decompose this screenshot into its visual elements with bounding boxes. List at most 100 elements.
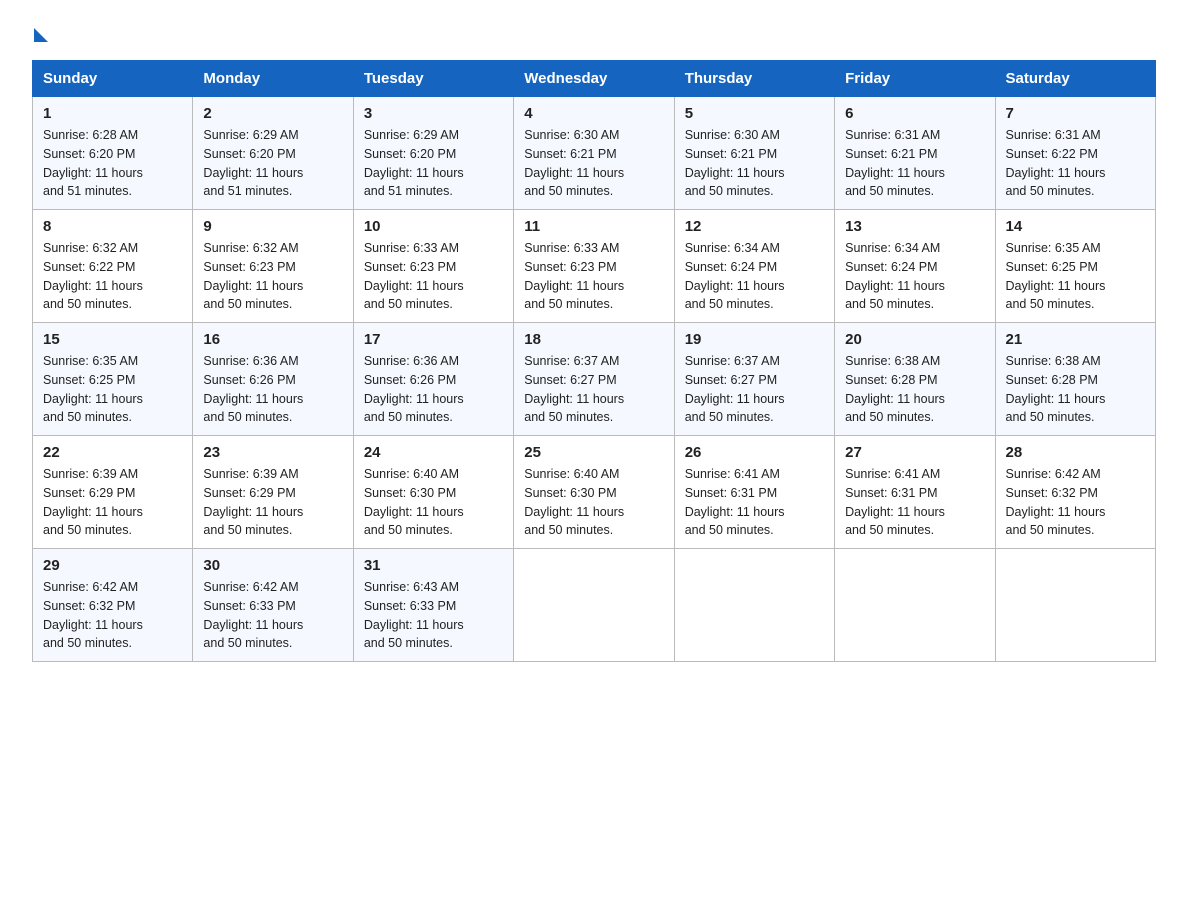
weekday-header-row: SundayMondayTuesdayWednesdayThursdayFrid… [33,61,1156,97]
day-number: 9 [203,218,342,235]
day-info: Sunrise: 6:28 AMSunset: 6:20 PMDaylight:… [43,128,143,198]
day-info: Sunrise: 6:33 AMSunset: 6:23 PMDaylight:… [524,241,624,311]
calendar-day-cell [674,549,834,662]
calendar-week-row: 1 Sunrise: 6:28 AMSunset: 6:20 PMDayligh… [33,97,1156,210]
calendar-day-cell: 28 Sunrise: 6:42 AMSunset: 6:32 PMDaylig… [995,436,1155,549]
day-number: 2 [203,105,342,122]
weekday-header-wednesday: Wednesday [514,61,674,97]
calendar-day-cell: 19 Sunrise: 6:37 AMSunset: 6:27 PMDaylig… [674,323,834,436]
day-number: 10 [364,218,503,235]
day-info: Sunrise: 6:40 AMSunset: 6:30 PMDaylight:… [364,467,464,537]
calendar-week-row: 15 Sunrise: 6:35 AMSunset: 6:25 PMDaylig… [33,323,1156,436]
calendar-day-cell: 16 Sunrise: 6:36 AMSunset: 6:26 PMDaylig… [193,323,353,436]
calendar-day-cell: 4 Sunrise: 6:30 AMSunset: 6:21 PMDayligh… [514,97,674,210]
calendar-day-cell: 26 Sunrise: 6:41 AMSunset: 6:31 PMDaylig… [674,436,834,549]
day-number: 7 [1006,105,1145,122]
day-info: Sunrise: 6:29 AMSunset: 6:20 PMDaylight:… [203,128,303,198]
day-info: Sunrise: 6:38 AMSunset: 6:28 PMDaylight:… [1006,354,1106,424]
day-number: 27 [845,444,984,461]
day-info: Sunrise: 6:34 AMSunset: 6:24 PMDaylight:… [845,241,945,311]
day-info: Sunrise: 6:29 AMSunset: 6:20 PMDaylight:… [364,128,464,198]
calendar-day-cell: 15 Sunrise: 6:35 AMSunset: 6:25 PMDaylig… [33,323,193,436]
weekday-header-thursday: Thursday [674,61,834,97]
day-number: 29 [43,557,182,574]
calendar-day-cell [514,549,674,662]
calendar-day-cell: 17 Sunrise: 6:36 AMSunset: 6:26 PMDaylig… [353,323,513,436]
day-number: 26 [685,444,824,461]
logo-arrow-icon [34,28,48,42]
calendar-day-cell: 25 Sunrise: 6:40 AMSunset: 6:30 PMDaylig… [514,436,674,549]
day-info: Sunrise: 6:38 AMSunset: 6:28 PMDaylight:… [845,354,945,424]
day-number: 28 [1006,444,1145,461]
day-info: Sunrise: 6:33 AMSunset: 6:23 PMDaylight:… [364,241,464,311]
day-number: 4 [524,105,663,122]
weekday-header-tuesday: Tuesday [353,61,513,97]
day-info: Sunrise: 6:35 AMSunset: 6:25 PMDaylight:… [1006,241,1106,311]
logo [32,24,48,42]
day-info: Sunrise: 6:31 AMSunset: 6:22 PMDaylight:… [1006,128,1106,198]
calendar-day-cell: 11 Sunrise: 6:33 AMSunset: 6:23 PMDaylig… [514,210,674,323]
day-number: 5 [685,105,824,122]
day-info: Sunrise: 6:37 AMSunset: 6:27 PMDaylight:… [524,354,624,424]
day-info: Sunrise: 6:31 AMSunset: 6:21 PMDaylight:… [845,128,945,198]
day-number: 30 [203,557,342,574]
day-info: Sunrise: 6:39 AMSunset: 6:29 PMDaylight:… [203,467,303,537]
calendar-day-cell: 5 Sunrise: 6:30 AMSunset: 6:21 PMDayligh… [674,97,834,210]
calendar-table: SundayMondayTuesdayWednesdayThursdayFrid… [32,60,1156,662]
day-number: 31 [364,557,503,574]
day-info: Sunrise: 6:41 AMSunset: 6:31 PMDaylight:… [685,467,785,537]
day-number: 16 [203,331,342,348]
day-info: Sunrise: 6:34 AMSunset: 6:24 PMDaylight:… [685,241,785,311]
day-number: 15 [43,331,182,348]
day-number: 23 [203,444,342,461]
day-info: Sunrise: 6:42 AMSunset: 6:33 PMDaylight:… [203,580,303,650]
day-number: 20 [845,331,984,348]
day-info: Sunrise: 6:30 AMSunset: 6:21 PMDaylight:… [524,128,624,198]
day-number: 25 [524,444,663,461]
day-info: Sunrise: 6:42 AMSunset: 6:32 PMDaylight:… [1006,467,1106,537]
day-info: Sunrise: 6:36 AMSunset: 6:26 PMDaylight:… [364,354,464,424]
day-number: 18 [524,331,663,348]
calendar-day-cell [835,549,995,662]
day-info: Sunrise: 6:32 AMSunset: 6:22 PMDaylight:… [43,241,143,311]
day-number: 12 [685,218,824,235]
day-number: 6 [845,105,984,122]
calendar-day-cell: 21 Sunrise: 6:38 AMSunset: 6:28 PMDaylig… [995,323,1155,436]
day-info: Sunrise: 6:35 AMSunset: 6:25 PMDaylight:… [43,354,143,424]
weekday-header-friday: Friday [835,61,995,97]
day-info: Sunrise: 6:36 AMSunset: 6:26 PMDaylight:… [203,354,303,424]
day-number: 14 [1006,218,1145,235]
page-header [32,24,1156,42]
calendar-day-cell: 13 Sunrise: 6:34 AMSunset: 6:24 PMDaylig… [835,210,995,323]
day-number: 8 [43,218,182,235]
calendar-week-row: 29 Sunrise: 6:42 AMSunset: 6:32 PMDaylig… [33,549,1156,662]
day-number: 17 [364,331,503,348]
calendar-day-cell: 27 Sunrise: 6:41 AMSunset: 6:31 PMDaylig… [835,436,995,549]
calendar-day-cell: 29 Sunrise: 6:42 AMSunset: 6:32 PMDaylig… [33,549,193,662]
day-number: 19 [685,331,824,348]
calendar-day-cell: 10 Sunrise: 6:33 AMSunset: 6:23 PMDaylig… [353,210,513,323]
day-number: 11 [524,218,663,235]
day-info: Sunrise: 6:30 AMSunset: 6:21 PMDaylight:… [685,128,785,198]
calendar-day-cell: 2 Sunrise: 6:29 AMSunset: 6:20 PMDayligh… [193,97,353,210]
calendar-day-cell: 7 Sunrise: 6:31 AMSunset: 6:22 PMDayligh… [995,97,1155,210]
calendar-day-cell: 20 Sunrise: 6:38 AMSunset: 6:28 PMDaylig… [835,323,995,436]
day-number: 24 [364,444,503,461]
day-number: 21 [1006,331,1145,348]
day-number: 22 [43,444,182,461]
day-info: Sunrise: 6:39 AMSunset: 6:29 PMDaylight:… [43,467,143,537]
calendar-day-cell: 6 Sunrise: 6:31 AMSunset: 6:21 PMDayligh… [835,97,995,210]
day-info: Sunrise: 6:32 AMSunset: 6:23 PMDaylight:… [203,241,303,311]
calendar-day-cell: 8 Sunrise: 6:32 AMSunset: 6:22 PMDayligh… [33,210,193,323]
calendar-day-cell: 9 Sunrise: 6:32 AMSunset: 6:23 PMDayligh… [193,210,353,323]
day-info: Sunrise: 6:37 AMSunset: 6:27 PMDaylight:… [685,354,785,424]
calendar-day-cell: 14 Sunrise: 6:35 AMSunset: 6:25 PMDaylig… [995,210,1155,323]
day-number: 3 [364,105,503,122]
calendar-week-row: 22 Sunrise: 6:39 AMSunset: 6:29 PMDaylig… [33,436,1156,549]
calendar-day-cell: 31 Sunrise: 6:43 AMSunset: 6:33 PMDaylig… [353,549,513,662]
calendar-day-cell: 12 Sunrise: 6:34 AMSunset: 6:24 PMDaylig… [674,210,834,323]
calendar-day-cell: 18 Sunrise: 6:37 AMSunset: 6:27 PMDaylig… [514,323,674,436]
calendar-day-cell: 30 Sunrise: 6:42 AMSunset: 6:33 PMDaylig… [193,549,353,662]
calendar-day-cell: 3 Sunrise: 6:29 AMSunset: 6:20 PMDayligh… [353,97,513,210]
calendar-day-cell: 23 Sunrise: 6:39 AMSunset: 6:29 PMDaylig… [193,436,353,549]
